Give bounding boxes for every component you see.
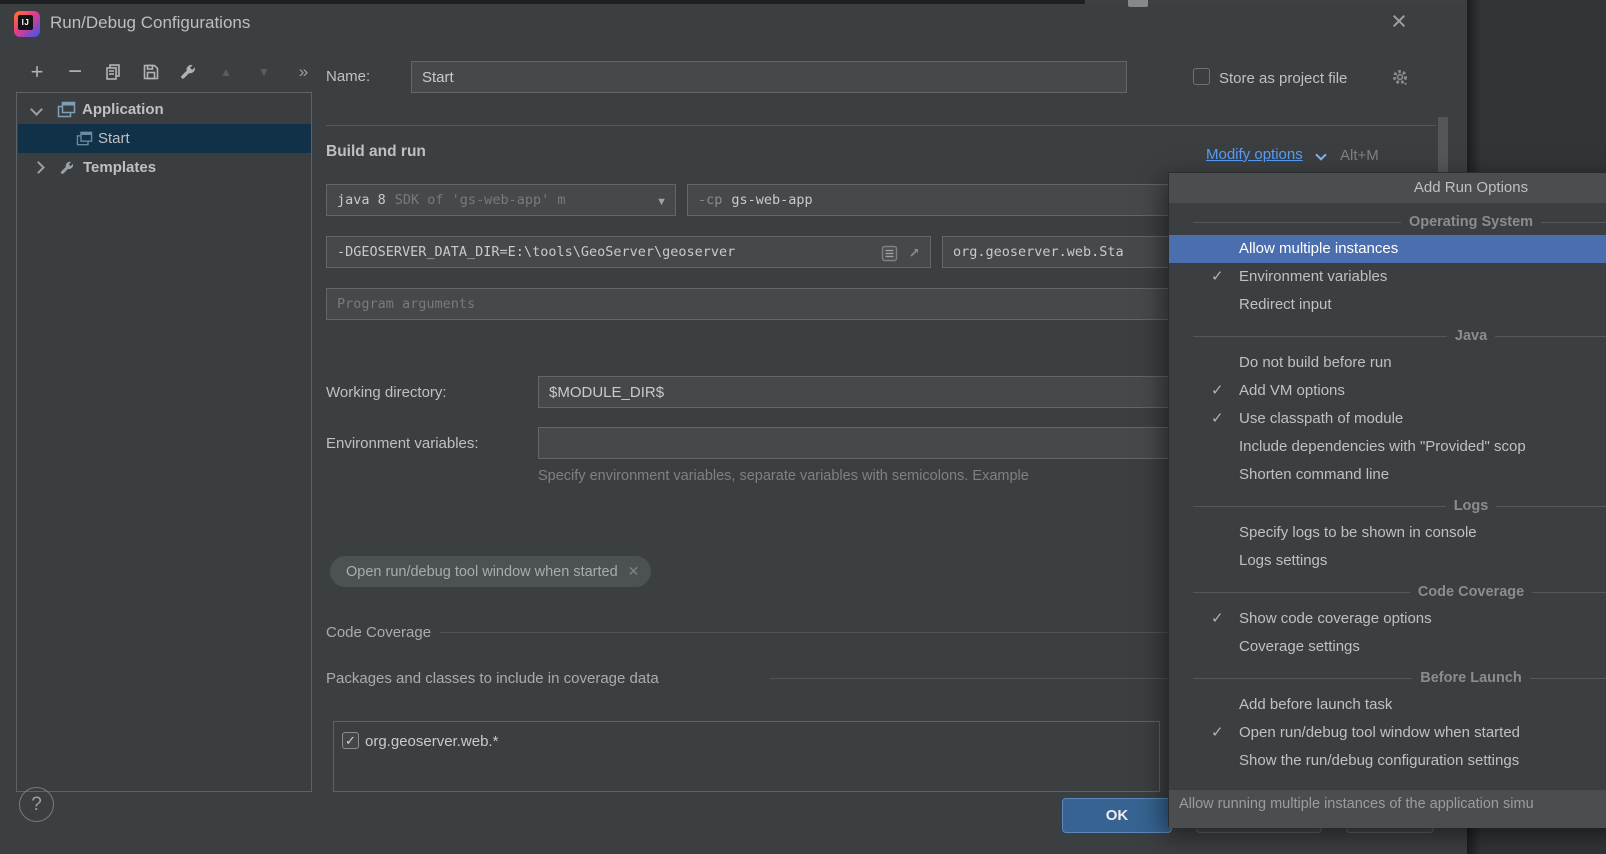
section-separator (326, 125, 1436, 126)
menu-item[interactable]: Redirect input (1169, 291, 1606, 319)
jre-combobox[interactable]: java 8 SDK of 'gs-web-app' m ▼ (326, 184, 676, 216)
copy-configuration-icon[interactable] (101, 60, 125, 84)
menu-item[interactable]: Do not build before run (1169, 349, 1606, 377)
edit-templates-wrench-icon[interactable] (176, 60, 200, 84)
save-configuration-icon[interactable] (139, 60, 163, 84)
menu-item[interactable]: Add before launch task (1169, 691, 1606, 719)
tree-item-label: Application (82, 101, 164, 118)
expand-field-icon[interactable] (906, 245, 922, 261)
help-button[interactable]: ? (19, 787, 54, 822)
menu-item[interactable]: Logs settings (1169, 547, 1606, 575)
popup-menu-list: Operating System Allow multiple instance… (1169, 203, 1606, 775)
menu-section-logs: Logs (1169, 493, 1606, 519)
menu-section-operating-system: Operating System (1169, 209, 1606, 235)
menu-item[interactable]: Allow multiple instances (1169, 235, 1606, 263)
coverage-item-checkbox[interactable]: ✓ (342, 732, 359, 749)
remove-configuration-button[interactable]: − (64, 60, 86, 84)
add-configuration-button[interactable]: + (26, 60, 48, 84)
menu-item[interactable]: Show code coverage options (1169, 605, 1606, 633)
move-down-icon[interactable]: ▼ (252, 60, 276, 84)
chevron-down-icon[interactable] (1315, 149, 1326, 160)
add-run-options-popup: Add Run Options Operating System Allow m… (1168, 172, 1606, 827)
menu-item[interactable]: Include dependencies with "Provided" sco… (1169, 433, 1606, 461)
open-tool-window-chip[interactable]: Open run/debug tool window when started … (330, 556, 651, 587)
intellij-logo-icon: IJ (14, 11, 40, 37)
application-icon (57, 101, 76, 118)
tree-item-label: Start (98, 130, 130, 147)
vertical-scrollbar-thumb[interactable] (1438, 117, 1448, 173)
menu-item[interactable]: Add VM options (1169, 377, 1606, 405)
tree-item-start[interactable]: Start (18, 124, 311, 153)
menu-item[interactable]: Specify logs to be shown in console (1169, 519, 1606, 547)
menu-item[interactable]: Shorten command line (1169, 461, 1606, 489)
configurations-tree: Application Start Templates (16, 92, 312, 792)
modify-options-link[interactable]: Modify options (1206, 146, 1303, 163)
templates-wrench-icon (59, 160, 75, 176)
coverage-packages-list: ✓ org.geoserver.web.* (333, 721, 1160, 792)
tree-item-templates[interactable]: Templates (18, 153, 311, 182)
menu-section-before-launch: Before Launch (1169, 665, 1606, 691)
run-debug-configurations-dialog: { "window": { "title": "Run/Debug Config… (0, 0, 1606, 854)
modify-options-shortcut: Alt+M (1340, 147, 1379, 164)
chevron-right-icon[interactable] (32, 161, 45, 174)
coverage-item-label: org.geoserver.web.* (365, 733, 498, 750)
packages-heading: Packages and classes to include in cover… (326, 670, 659, 687)
menu-item[interactable]: Show the run/debug configuration setting… (1169, 747, 1606, 775)
menu-section-java: Java (1169, 323, 1606, 349)
combo-arrow-icon[interactable]: ▼ (656, 196, 667, 208)
application-icon (76, 131, 93, 146)
environment-variables-hint: Specify environment variables, separate … (538, 468, 1168, 484)
menu-item[interactable]: Coverage settings (1169, 633, 1606, 661)
store-as-project-file-checkbox[interactable] (1193, 68, 1210, 85)
close-icon[interactable]: × (1384, 4, 1414, 38)
list-view-icon[interactable] (881, 245, 898, 262)
menu-item[interactable]: Environment variables (1169, 263, 1606, 291)
chip-remove-icon[interactable]: ✕ (628, 563, 640, 580)
move-up-icon[interactable]: ▲ (214, 60, 238, 84)
chevron-down-icon[interactable] (30, 103, 43, 116)
working-directory-label: Working directory: (326, 384, 447, 401)
menu-section-code-coverage: Code Coverage (1169, 579, 1606, 605)
build-and-run-heading: Build and run (326, 143, 426, 161)
store-as-project-file-label: Store as project file (1219, 70, 1347, 87)
ide-top-strip (0, 0, 1085, 4)
popup-title: Add Run Options (1169, 173, 1606, 203)
more-actions-icon[interactable]: » (292, 60, 314, 84)
ok-button[interactable]: OK (1062, 798, 1172, 833)
menu-item[interactable]: Use classpath of module (1169, 405, 1606, 433)
vm-options-field[interactable]: -DGEOSERVER_DATA_DIR=E:\tools\GeoServer\… (326, 236, 931, 268)
environment-variables-label: Environment variables: (326, 435, 479, 452)
dialog-title: Run/Debug Configurations (50, 13, 250, 33)
ide-top-scroll-nub (1128, 0, 1148, 7)
popup-status-hint: Allow running multiple instances of the … (1169, 789, 1606, 828)
gear-icon[interactable] (1390, 68, 1410, 88)
code-coverage-heading: Code Coverage (326, 624, 431, 641)
tree-item-application[interactable]: Application (18, 95, 311, 124)
name-input[interactable]: Start (411, 61, 1127, 93)
menu-item[interactable]: Open run/debug tool window when started (1169, 719, 1606, 747)
name-label: Name: (326, 68, 370, 85)
tree-item-label: Templates (83, 159, 156, 176)
